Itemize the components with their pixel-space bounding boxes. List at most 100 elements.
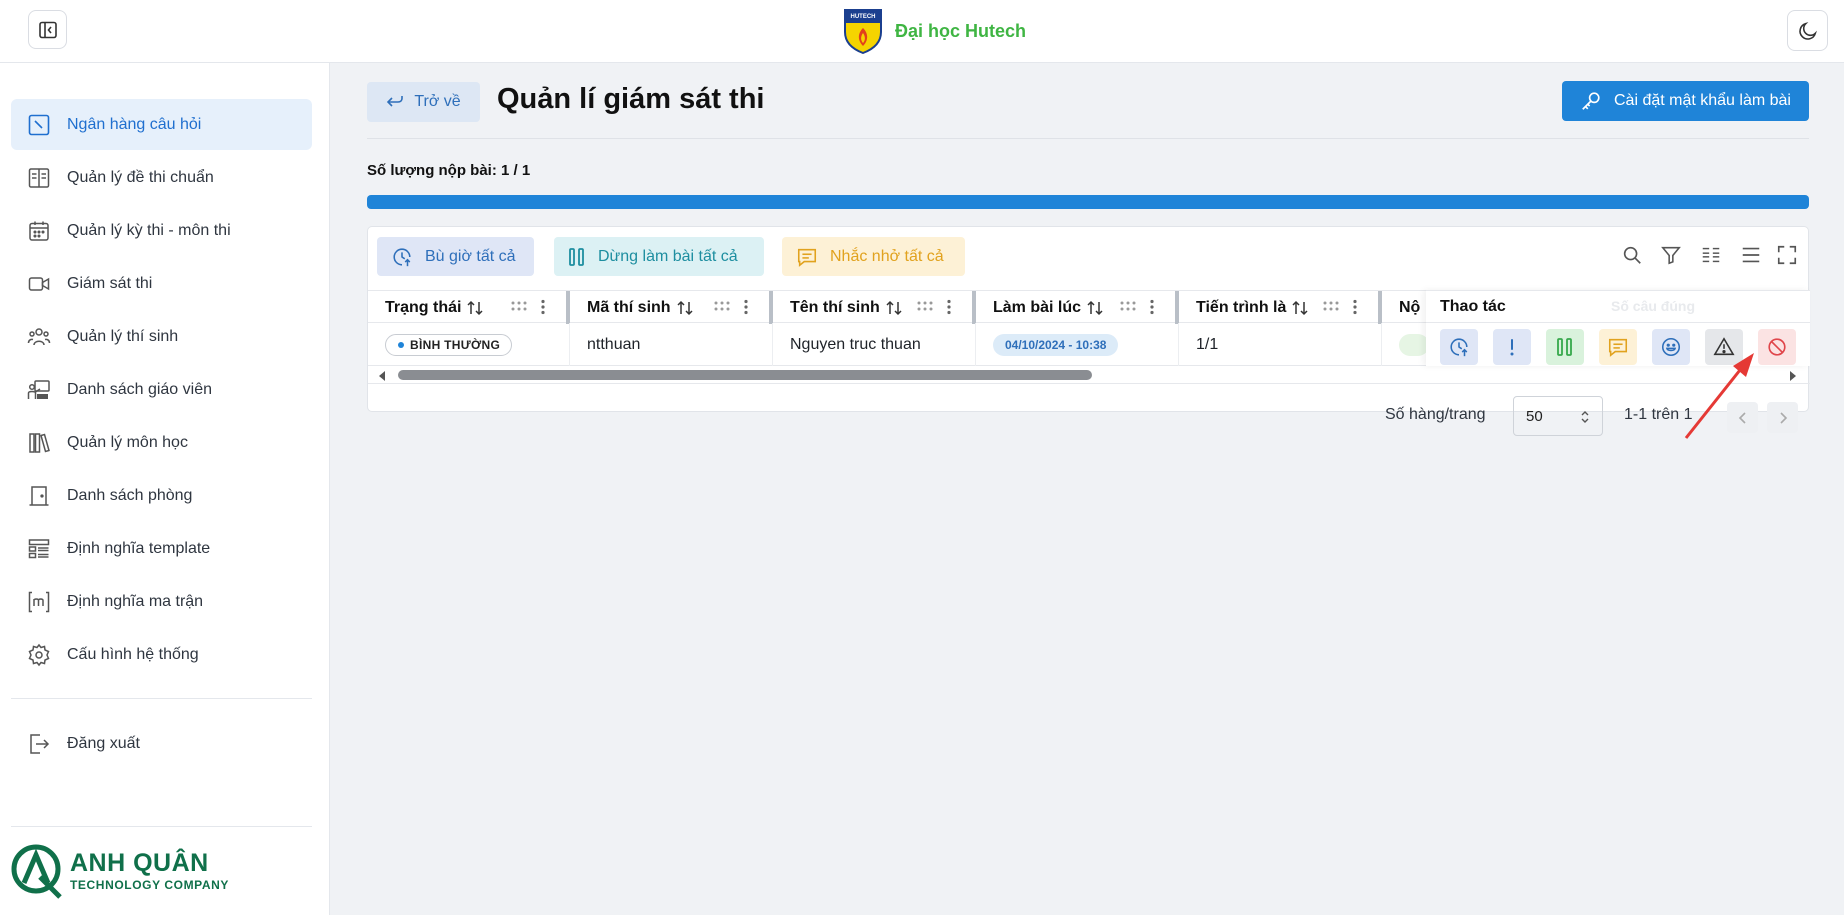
horizontal-scrollbar[interactable] bbox=[368, 366, 1810, 384]
sidebar-item-proctoring[interactable]: Giám sát thi bbox=[11, 258, 312, 309]
return-arrow-icon bbox=[386, 94, 404, 110]
next-page-button[interactable] bbox=[1767, 402, 1798, 433]
submission-progress-bar bbox=[367, 195, 1809, 209]
column-header-started-at[interactable]: Làm bài lúc bbox=[976, 291, 1175, 324]
column-menu-icon[interactable] bbox=[1149, 299, 1155, 315]
drag-handle-icon[interactable] bbox=[1119, 300, 1137, 312]
scrollbar-thumb[interactable] bbox=[398, 370, 1092, 380]
sidebar-item-label: Giám sát thi bbox=[67, 274, 153, 292]
stop-all-label: Dừng làm bài tất cả bbox=[598, 247, 738, 265]
back-button[interactable]: Trở về bbox=[367, 82, 480, 122]
column-menu-icon[interactable] bbox=[946, 299, 952, 315]
sidebar-toggle-button[interactable] bbox=[28, 10, 67, 49]
sidebar-item-candidates[interactable]: Quản lý thí sinh bbox=[11, 311, 312, 362]
sort-icon[interactable] bbox=[466, 300, 484, 316]
column-header-candidate-name[interactable]: Tên thí sinh bbox=[773, 291, 972, 324]
extend-time-all-button[interactable]: Bù giờ tất cả bbox=[377, 237, 534, 276]
column-title: Làm bài lúc bbox=[993, 298, 1082, 316]
table-filter-button[interactable] bbox=[1658, 242, 1684, 268]
sort-icon[interactable] bbox=[676, 300, 694, 316]
block-candidate-button[interactable] bbox=[1758, 329, 1796, 365]
sidebar-item-matrix[interactable]: Định nghĩa ma trận bbox=[11, 576, 312, 627]
table-fullscreen-button[interactable] bbox=[1774, 242, 1800, 268]
drag-handle-icon[interactable] bbox=[916, 300, 934, 312]
sidebar-item-label: Danh sách phòng bbox=[67, 486, 193, 504]
sort-icon[interactable] bbox=[885, 300, 903, 316]
density-icon bbox=[1740, 244, 1762, 266]
books-icon bbox=[27, 431, 51, 455]
sidebar-item-label: Định nghĩa template bbox=[67, 539, 211, 557]
sidebar-item-subjects[interactable]: Quản lý môn học bbox=[11, 417, 312, 468]
cell-progress: 1/1 bbox=[1179, 323, 1382, 366]
cell-candidate-code: ntthuan bbox=[570, 323, 773, 366]
column-header-progress[interactable]: Tiến trình là bbox=[1179, 291, 1378, 324]
sort-icon[interactable] bbox=[1291, 300, 1309, 316]
column-menu-icon[interactable] bbox=[1352, 299, 1358, 315]
sidebar-item-templates[interactable]: Định nghĩa template bbox=[11, 523, 312, 574]
table-density-button[interactable] bbox=[1738, 242, 1764, 268]
set-exam-password-button[interactable]: Cài đặt mật khẩu làm bài bbox=[1562, 81, 1809, 121]
columns-icon bbox=[1700, 244, 1722, 266]
sidebar-item-rooms[interactable]: Danh sách phòng bbox=[11, 470, 312, 521]
annotation-arrow-icon bbox=[1680, 350, 1762, 444]
users-icon bbox=[27, 325, 51, 349]
table-search-button[interactable] bbox=[1619, 242, 1645, 268]
drag-handle-icon[interactable] bbox=[1322, 300, 1340, 312]
logout-button[interactable]: Đăng xuất bbox=[11, 718, 312, 769]
rows-per-page-value: 50 bbox=[1526, 407, 1543, 425]
drag-handle-icon[interactable] bbox=[713, 300, 731, 312]
scroll-left-icon[interactable] bbox=[377, 370, 387, 382]
stop-all-button[interactable]: Dừng làm bài tất cả bbox=[554, 237, 764, 276]
fullscreen-icon bbox=[1776, 244, 1798, 266]
teacher-icon bbox=[27, 378, 51, 402]
sidebar-item-label: Quản lý kỳ thi - môn thi bbox=[67, 221, 231, 239]
company-subtitle: TECHNOLOGY COMPANY bbox=[70, 878, 230, 892]
sidebar-item-standard-exams[interactable]: Quản lý đề thi chuẩn bbox=[11, 152, 312, 203]
status-text: BÌNH THƯỜNG bbox=[410, 337, 501, 352]
sidebar-item-teachers[interactable]: Danh sách giáo viên bbox=[11, 364, 312, 415]
extend-time-all-label: Bù giờ tất cả bbox=[425, 247, 516, 265]
remind-all-label: Nhắc nhở tất cả bbox=[830, 247, 944, 265]
chevron-right-icon bbox=[1778, 411, 1788, 425]
rows-per-page-select[interactable]: 50 bbox=[1513, 396, 1603, 436]
drag-handle-icon[interactable] bbox=[510, 300, 528, 312]
smile-icon bbox=[1660, 336, 1682, 358]
remind-all-button[interactable]: Nhắc nhở tất cả bbox=[782, 237, 965, 276]
table-columns-button[interactable] bbox=[1698, 242, 1724, 268]
sidebar-item-settings[interactable]: Cấu hình hệ thống bbox=[11, 629, 312, 680]
sort-icon[interactable] bbox=[1086, 300, 1104, 316]
question-bank-icon bbox=[27, 113, 51, 137]
theme-toggle-button[interactable] bbox=[1787, 10, 1828, 51]
warn-candidate-button[interactable] bbox=[1493, 329, 1531, 365]
sidebar-item-exams-subjects[interactable]: Quản lý kỳ thi - môn thi bbox=[11, 205, 312, 256]
cell-candidate-name: Nguyen truc thuan bbox=[773, 323, 976, 366]
select-chevron-icon bbox=[1580, 409, 1590, 425]
moon-icon bbox=[1797, 20, 1819, 42]
rows-per-page-label: Số hàng/trang bbox=[1385, 406, 1486, 423]
column-header-status[interactable]: Trạng thái bbox=[368, 291, 566, 324]
sidebar-item-label: Quản lý thí sinh bbox=[67, 327, 179, 345]
cell-status: BÌNH THƯỜNG bbox=[368, 323, 570, 366]
scroll-right-icon[interactable] bbox=[1788, 370, 1798, 382]
block-icon bbox=[1766, 336, 1788, 358]
add-time-icon bbox=[1448, 336, 1470, 358]
pause-candidate-button[interactable] bbox=[1546, 329, 1584, 365]
gear-icon bbox=[27, 643, 51, 667]
brand: HUTECH Đại học Hutech bbox=[843, 6, 1026, 56]
column-menu-icon[interactable] bbox=[540, 299, 546, 315]
sidebar-item-label: Ngân hàng câu hỏi bbox=[67, 115, 202, 133]
sidebar-item-label: Định nghĩa ma trận bbox=[67, 592, 204, 610]
submission-pill bbox=[1399, 333, 1429, 356]
column-header-candidate-code[interactable]: Mã thí sinh bbox=[570, 291, 769, 324]
sidebar-item-question-bank[interactable]: Ngân hàng câu hỏi bbox=[11, 99, 312, 150]
sidebar-divider bbox=[11, 826, 312, 827]
remind-candidate-button[interactable] bbox=[1599, 329, 1637, 365]
column-menu-icon[interactable] bbox=[743, 299, 749, 315]
header-divider bbox=[367, 138, 1809, 139]
extend-time-button[interactable] bbox=[1440, 329, 1478, 365]
sidebar-item-label: Quản lý môn học bbox=[67, 433, 188, 451]
pause-icon bbox=[568, 247, 586, 267]
cell-started-at: 04/10/2024 - 10:38 bbox=[976, 323, 1179, 366]
matrix-icon bbox=[27, 590, 51, 614]
key-icon bbox=[1580, 90, 1602, 112]
